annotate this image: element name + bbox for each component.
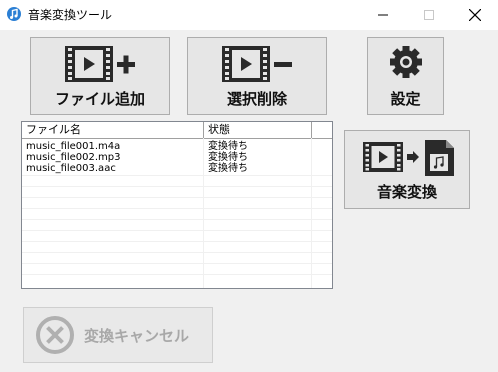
file-name-cell: music_file003.aac: [26, 163, 116, 174]
add-file-label: ファイル追加: [54, 90, 145, 108]
music-note-icon: [6, 6, 22, 22]
cancel-x-icon: [35, 315, 75, 359]
film-to-music-file-icon: [363, 140, 455, 180]
convert-label: 音楽変換: [376, 183, 437, 201]
close-icon: [469, 9, 481, 21]
settings-label: 設定: [390, 90, 421, 108]
table-row[interactable]: music_file002.mp3 変換待ち: [22, 153, 332, 163]
add-file-button[interactable]: ファイル追加: [30, 37, 170, 115]
status-cell: 変換待ち: [208, 163, 248, 174]
settings-button[interactable]: 設定: [367, 37, 444, 115]
film-minus-icon: [222, 45, 294, 87]
row-divider: [22, 175, 332, 176]
file-list[interactable]: ファイル名 状態 music_file001.m4a 変換待ち music_fi…: [21, 121, 333, 289]
row-divider: [22, 252, 332, 253]
row-divider: [22, 197, 332, 198]
row-divider: [22, 274, 332, 275]
row-divider: [22, 186, 332, 187]
file-list-header: ファイル名 状態: [22, 122, 332, 139]
window-title: 音楽変換ツール: [28, 8, 113, 22]
close-button[interactable]: [452, 0, 498, 30]
file-name-cell: music_file002.mp3: [26, 152, 121, 163]
file-name-cell: music_file001.m4a: [26, 141, 121, 152]
row-divider: [22, 230, 332, 231]
table-row[interactable]: music_file001.m4a 変換待ち: [22, 142, 332, 152]
column-header-status[interactable]: 状態: [204, 122, 312, 138]
cancel-conversion-button[interactable]: 変換キャンセル: [23, 307, 213, 363]
convert-button[interactable]: 音楽変換: [344, 130, 470, 209]
row-divider: [22, 263, 332, 264]
gear-icon: [389, 45, 423, 83]
remove-selected-button[interactable]: 選択削除: [187, 37, 327, 115]
status-cell: 変換待ち: [208, 141, 248, 152]
row-divider: [22, 208, 332, 209]
maximize-icon: [424, 10, 434, 20]
minimize-button[interactable]: [360, 0, 406, 30]
film-plus-icon: [65, 45, 137, 87]
remove-selected-label: 選択削除: [226, 90, 287, 108]
title-bar: 音楽変換ツール: [0, 0, 498, 30]
status-cell: 変換待ち: [208, 152, 248, 163]
row-divider: [22, 219, 332, 220]
column-header-filename[interactable]: ファイル名: [22, 122, 204, 138]
row-divider: [22, 241, 332, 242]
minimize-icon: [378, 14, 388, 16]
maximize-button[interactable]: [406, 0, 452, 30]
cancel-conversion-label: 変換キャンセル: [84, 327, 190, 345]
app-window: 音楽変換ツール ファイル追加 選択削除 設定 ファイル名 状態 music_fi…: [0, 0, 498, 372]
table-row[interactable]: music_file003.aac 変換待ち: [22, 164, 332, 174]
